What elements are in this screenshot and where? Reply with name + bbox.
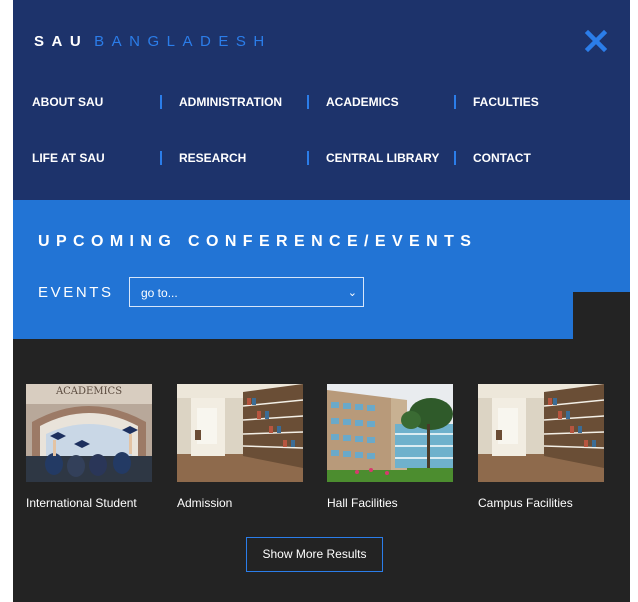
events-select-value: go to...	[141, 286, 178, 300]
events-section	[13, 200, 630, 339]
nav-separator	[454, 151, 456, 165]
nav-separator	[160, 95, 162, 109]
card-image-library	[478, 384, 604, 482]
site-logo[interactable]: SAU BANGLADESH	[34, 33, 272, 50]
events-band-notch	[573, 292, 630, 339]
card-image-hall-building	[327, 384, 453, 482]
nav-life-at-sau[interactable]: LIFE AT SAU	[32, 151, 105, 165]
nav-central-library[interactable]: CENTRAL LIBRARY	[326, 151, 439, 165]
events-select[interactable]: go to... ⌄	[129, 277, 364, 307]
nav-research[interactable]: RESEARCH	[179, 151, 246, 165]
events-heading: UPCOMING CONFERENCE/EVENTS	[38, 233, 478, 250]
nav-administration[interactable]: ADMINISTRATION	[179, 95, 282, 109]
card-admission[interactable]: Admission	[177, 384, 303, 510]
card-caption: International Student	[26, 496, 137, 510]
nav-faculties[interactable]: FACULTIES	[473, 95, 539, 109]
events-label: EVENTS	[38, 284, 114, 301]
nav-separator	[160, 151, 162, 165]
logo-text-sau: SAU	[34, 33, 89, 50]
nav-separator	[307, 95, 309, 109]
nav-separator	[307, 151, 309, 165]
nav-contact[interactable]: CONTACT	[473, 151, 531, 165]
chevron-down-icon: ⌄	[347, 287, 357, 299]
card-image-library	[177, 384, 303, 482]
menu-overlay: SAU BANGLADESH ABOUT SAU ADMINISTRATION A…	[13, 0, 630, 602]
academics-sign: ACADEMICS	[55, 386, 122, 397]
nav-academics[interactable]: ACADEMICS	[326, 95, 399, 109]
card-international-student[interactable]: ACADEMICS International Student	[26, 384, 152, 510]
main-navigation: SAU BANGLADESH ABOUT SAU ADMINISTRATION A…	[13, 0, 630, 200]
show-more-results-button[interactable]: Show More Results	[246, 537, 383, 572]
card-caption: Campus Facilities	[478, 496, 573, 510]
card-caption: Admission	[177, 496, 233, 510]
card-hall-facilities[interactable]: Hall Facilities	[327, 384, 453, 510]
nav-separator	[454, 95, 456, 109]
card-image-academics: ACADEMICS	[26, 384, 152, 482]
close-icon[interactable]	[584, 29, 608, 53]
logo-text-country: BANGLADESH	[94, 33, 272, 50]
card-caption: Hall Facilities	[327, 496, 398, 510]
card-campus-facilities[interactable]: Campus Facilities	[478, 384, 604, 510]
nav-about-sau[interactable]: ABOUT SAU	[32, 95, 103, 109]
